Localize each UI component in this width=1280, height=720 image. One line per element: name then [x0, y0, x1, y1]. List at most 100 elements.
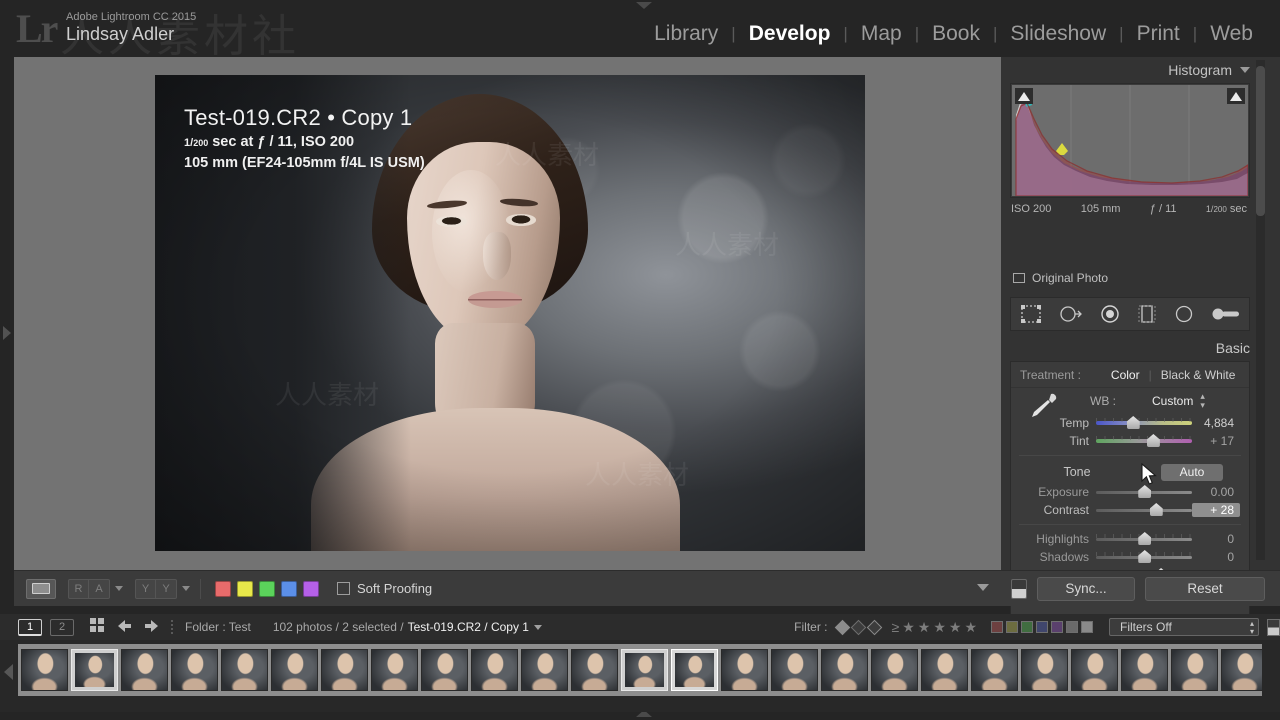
module-slideshow[interactable]: Slideshow [997, 22, 1119, 46]
flag-picked-icon[interactable] [834, 619, 850, 635]
chip-green[interactable] [1021, 621, 1033, 633]
swatch-red[interactable] [215, 580, 231, 597]
filmstrip-thumbnail[interactable] [71, 649, 118, 691]
filter-lock-icon[interactable] [1267, 618, 1280, 636]
histogram-panel-header[interactable]: Histogram [1001, 57, 1280, 82]
filmstrip-thumbnails[interactable] [18, 644, 1262, 696]
module-library[interactable]: Library [641, 22, 731, 46]
chip-red[interactable] [991, 621, 1003, 633]
shadows-slider-track[interactable] [1096, 550, 1192, 563]
folder-label[interactable]: Folder : Test [185, 620, 251, 634]
filters-stepper-icon[interactable]: ▴ ▾ [1250, 620, 1254, 636]
page-2-button[interactable]: 2 [50, 618, 74, 636]
contrast-slider-track[interactable] [1096, 503, 1192, 516]
original-photo-checkbox[interactable] [1013, 273, 1025, 283]
identity-plate[interactable]: Adobe Lightroom CC 2015 Lindsay Adler [66, 10, 196, 45]
exposure-slider-track[interactable] [1096, 485, 1192, 498]
after-view-icon[interactable]: A [89, 578, 110, 599]
swatch-yellow[interactable] [237, 580, 253, 597]
flag-right-icon[interactable]: Y [156, 578, 177, 599]
go-back-arrow-icon[interactable] [117, 619, 132, 636]
shadows-value[interactable]: 0 [1192, 550, 1240, 564]
radial-filter-tool-icon[interactable] [1174, 304, 1194, 324]
chip-custom[interactable] [1081, 621, 1093, 633]
wb-value[interactable]: Custom [1152, 394, 1193, 408]
exposure-value[interactable]: 0.00 [1192, 485, 1240, 499]
filmstrip-thumbnail[interactable] [1071, 649, 1118, 691]
filmstrip-thumbnail[interactable] [1221, 649, 1262, 691]
adjustment-brush-tool-icon[interactable] [1211, 304, 1241, 324]
flag-left-icon[interactable]: Y [135, 578, 156, 599]
module-print[interactable]: Print [1124, 22, 1193, 46]
star-2-icon[interactable]: ★ [918, 619, 931, 636]
before-after-chevron-down-icon[interactable] [115, 586, 123, 591]
toolbar-chevron-down-icon[interactable] [977, 584, 989, 591]
highlight-clipping-indicator[interactable] [1227, 88, 1245, 104]
treatment-bw-option[interactable]: Black & White [1161, 368, 1236, 382]
filmstrip-thumbnail[interactable] [571, 649, 618, 691]
swatch-blue[interactable] [281, 580, 297, 597]
filmstrip-thumbnail[interactable] [21, 649, 68, 691]
image-stage[interactable]: 人人素材 人人素材 人人素材 人人素材 Test-019.CR2 • Copy … [14, 57, 1001, 570]
filmstrip-thumbnail[interactable] [921, 649, 968, 691]
highlights-value[interactable]: 0 [1192, 532, 1240, 546]
slider-row-contrast[interactable]: Contrast + 28 [1011, 501, 1249, 519]
soft-proofing-checkbox[interactable] [337, 582, 350, 595]
graduated-filter-tool-icon[interactable] [1137, 304, 1157, 324]
slider-row-shadows[interactable]: Shadows 0 [1011, 548, 1249, 566]
loupe-view-icon[interactable] [26, 578, 56, 599]
temp-value[interactable]: 4,884 [1192, 416, 1240, 430]
temp-slider-track[interactable] [1096, 416, 1192, 429]
treatment-color-option[interactable]: Color [1111, 368, 1140, 382]
star-5-icon[interactable]: ★ [964, 619, 977, 636]
tint-slider-track[interactable] [1096, 434, 1192, 447]
rating-gte-icon[interactable]: ≥ [892, 619, 900, 635]
filmstrip-thumbnail[interactable] [171, 649, 218, 691]
filmstrip-thumbnail[interactable] [371, 649, 418, 691]
slider-row-tint[interactable]: Tint + 17 [1011, 432, 1249, 450]
filmstrip-thumbnail[interactable] [121, 649, 168, 691]
flag-unflagged-icon[interactable] [850, 619, 866, 635]
left-panel-toggle-icon[interactable] [3, 326, 11, 340]
top-panel-toggle-icon[interactable] [636, 2, 652, 9]
sync-button[interactable]: Sync... [1037, 576, 1135, 601]
chip-blue[interactable] [1036, 621, 1048, 633]
swatch-purple[interactable] [303, 580, 319, 597]
filmstrip-thumbnail[interactable] [971, 649, 1018, 691]
filmstrip-thumbnail[interactable] [671, 649, 718, 691]
reset-button[interactable]: Reset [1145, 576, 1265, 601]
filters-off-dropdown[interactable]: Filters Off ▴ ▾ [1109, 618, 1259, 636]
wb-stepper-icon[interactable]: ▴ ▾ [1200, 392, 1205, 410]
filmstrip-thumbnail[interactable] [1021, 649, 1068, 691]
auto-tone-button[interactable]: Auto [1161, 463, 1223, 481]
swatch-green[interactable] [259, 580, 275, 597]
module-book[interactable]: Book [919, 22, 993, 46]
chip-purple[interactable] [1051, 621, 1063, 633]
file-chevron-down-icon[interactable] [533, 624, 542, 630]
right-panel-scrollbar-thumb[interactable] [1256, 66, 1265, 216]
chevron-down-icon[interactable] [1240, 66, 1250, 73]
highlights-slider-track[interactable] [1096, 532, 1192, 545]
slider-row-highlights[interactable]: Highlights 0 [1011, 530, 1249, 548]
filmstrip-thumbnail[interactable] [871, 649, 918, 691]
filmstrip-thumbnail[interactable] [471, 649, 518, 691]
star-4-icon[interactable]: ★ [949, 619, 962, 636]
chip-none[interactable] [1066, 621, 1078, 633]
chip-yellow[interactable] [1006, 621, 1018, 633]
current-file-label[interactable]: Test-019.CR2 / Copy 1 [408, 620, 529, 634]
histogram-panel[interactable] [1010, 83, 1250, 198]
filmstrip-thumbnail[interactable] [621, 649, 668, 691]
spot-removal-tool-icon[interactable] [1059, 304, 1083, 324]
contrast-slider-knob[interactable] [1149, 503, 1163, 516]
tint-value[interactable]: + 17 [1192, 434, 1240, 448]
photo-preview[interactable]: 人人素材 人人素材 人人素材 人人素材 Test-019.CR2 • Copy … [155, 75, 865, 551]
slider-row-temp[interactable]: Temp 4,884 [1011, 414, 1249, 432]
before-view-icon[interactable]: R [68, 578, 89, 599]
crop-overlay-tool-icon[interactable] [1020, 304, 1042, 324]
filmstrip-thumbnail[interactable] [521, 649, 568, 691]
filmstrip-thumbnail[interactable] [271, 649, 318, 691]
shadow-clipping-indicator[interactable] [1015, 88, 1033, 104]
flag-rejected-icon[interactable] [866, 619, 882, 635]
sync-mode-toggle-icon[interactable] [1011, 578, 1027, 599]
module-map[interactable]: Map [848, 22, 915, 46]
